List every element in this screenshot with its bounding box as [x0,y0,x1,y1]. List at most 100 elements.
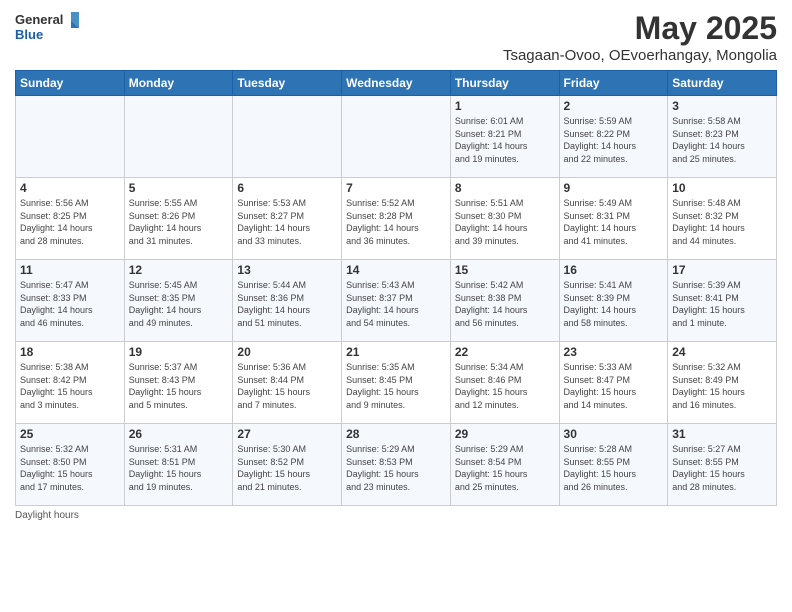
day-info: Sunrise: 5:59 AM Sunset: 8:22 PM Dayligh… [564,115,664,165]
day-info: Sunrise: 5:56 AM Sunset: 8:25 PM Dayligh… [20,197,120,247]
day-info: Sunrise: 5:29 AM Sunset: 8:54 PM Dayligh… [455,443,555,493]
day-cell: 29 Sunrise: 5:29 AM Sunset: 8:54 PM Dayli… [450,424,559,506]
col-wednesday: Wednesday [342,71,451,96]
day-info: Sunrise: 6:01 AM Sunset: 8:21 PM Dayligh… [455,115,555,165]
day-number: 22 [455,345,555,359]
day-number: 5 [129,181,229,195]
day-number: 3 [672,99,772,113]
day-number: 15 [455,263,555,277]
day-number: 23 [564,345,664,359]
day-number: 28 [346,427,446,441]
day-info: Sunrise: 5:44 AM Sunset: 8:36 PM Dayligh… [237,279,337,329]
day-cell: 3 Sunrise: 5:58 AM Sunset: 8:23 PM Daylig… [668,96,777,178]
day-number: 17 [672,263,772,277]
week-row-1: 1 Sunrise: 6:01 AM Sunset: 8:21 PM Daylig… [16,96,777,178]
week-row-3: 11Sunrise: 5:47 AM Sunset: 8:33 PM Dayli… [16,260,777,342]
day-number: 19 [129,345,229,359]
main-title: May 2025 [503,10,777,47]
day-cell: 17 Sunrise: 5:39 AM Sunset: 8:41 PM Dayli… [668,260,777,342]
logo-svg: General Blue [15,10,85,46]
week-row-5: 25 Sunrise: 5:32 AM Sunset: 8:50 PM Dayli… [16,424,777,506]
day-cell [233,96,342,178]
week-row-4: 18Sunrise: 5:38 AM Sunset: 8:42 PM Dayli… [16,342,777,424]
day-info: Sunrise: 5:32 AM Sunset: 8:50 PM Dayligh… [20,443,120,493]
day-info: Sunrise: 5:36 AM Sunset: 8:44 PM Dayligh… [237,361,337,411]
day-number: 11 [20,263,120,277]
day-cell: 14 Sunrise: 5:43 AM Sunset: 8:37 PM Dayli… [342,260,451,342]
calendar-table: Sunday Monday Tuesday Wednesday Thursday… [15,70,777,506]
footer: Daylight hours [15,510,777,521]
day-cell: 21 Sunrise: 5:35 AM Sunset: 8:45 PM Dayli… [342,342,451,424]
day-number: 21 [346,345,446,359]
day-cell: 12 Sunrise: 5:45 AM Sunset: 8:35 PM Dayli… [124,260,233,342]
day-info: Sunrise: 5:41 AM Sunset: 8:39 PM Dayligh… [564,279,664,329]
day-cell: 16Sunrise: 5:41 AM Sunset: 8:39 PM Dayli… [559,260,668,342]
day-number: 30 [564,427,664,441]
day-info: Sunrise: 5:43 AM Sunset: 8:37 PM Dayligh… [346,279,446,329]
col-saturday: Saturday [668,71,777,96]
day-number: 20 [237,345,337,359]
day-cell: 9 Sunrise: 5:49 AM Sunset: 8:31 PM Daylig… [559,178,668,260]
day-cell: 15Sunrise: 5:42 AM Sunset: 8:38 PM Dayli… [450,260,559,342]
day-cell [124,96,233,178]
day-cell: 20 Sunrise: 5:36 AM Sunset: 8:44 PM Dayli… [233,342,342,424]
day-number: 26 [129,427,229,441]
day-number: 7 [346,181,446,195]
day-info: Sunrise: 5:49 AM Sunset: 8:31 PM Dayligh… [564,197,664,247]
day-cell: 7 Sunrise: 5:52 AM Sunset: 8:28 PM Daylig… [342,178,451,260]
day-cell: 30 Sunrise: 5:28 AM Sunset: 8:55 PM Dayli… [559,424,668,506]
day-info: Sunrise: 5:33 AM Sunset: 8:47 PM Dayligh… [564,361,664,411]
day-cell [342,96,451,178]
page: General Blue May 2025 Tsagaan-Ovoo, OEvo… [0,0,792,612]
day-cell: 5 Sunrise: 5:55 AM Sunset: 8:26 PM Daylig… [124,178,233,260]
day-info: Sunrise: 5:37 AM Sunset: 8:43 PM Dayligh… [129,361,229,411]
col-sunday: Sunday [16,71,125,96]
day-info: Sunrise: 5:51 AM Sunset: 8:30 PM Dayligh… [455,197,555,247]
day-info: Sunrise: 5:31 AM Sunset: 8:51 PM Dayligh… [129,443,229,493]
day-info: Sunrise: 5:45 AM Sunset: 8:35 PM Dayligh… [129,279,229,329]
day-cell: 31Sunrise: 5:27 AM Sunset: 8:55 PM Dayli… [668,424,777,506]
header-row: Sunday Monday Tuesday Wednesday Thursday… [16,71,777,96]
day-cell [16,96,125,178]
day-cell: 10Sunrise: 5:48 AM Sunset: 8:32 PM Dayli… [668,178,777,260]
day-info: Sunrise: 5:27 AM Sunset: 8:55 PM Dayligh… [672,443,772,493]
day-info: Sunrise: 5:28 AM Sunset: 8:55 PM Dayligh… [564,443,664,493]
day-info: Sunrise: 5:32 AM Sunset: 8:49 PM Dayligh… [672,361,772,411]
logo: General Blue [15,10,85,46]
day-cell: 8 Sunrise: 5:51 AM Sunset: 8:30 PM Daylig… [450,178,559,260]
day-cell: 28Sunrise: 5:29 AM Sunset: 8:53 PM Dayli… [342,424,451,506]
day-number: 27 [237,427,337,441]
day-number: 8 [455,181,555,195]
day-number: 29 [455,427,555,441]
day-cell: 1 Sunrise: 6:01 AM Sunset: 8:21 PM Daylig… [450,96,559,178]
day-cell: 11Sunrise: 5:47 AM Sunset: 8:33 PM Dayli… [16,260,125,342]
svg-text:Blue: Blue [15,27,43,42]
svg-text:General: General [15,12,63,27]
day-info: Sunrise: 5:34 AM Sunset: 8:46 PM Dayligh… [455,361,555,411]
day-number: 25 [20,427,120,441]
day-info: Sunrise: 5:39 AM Sunset: 8:41 PM Dayligh… [672,279,772,329]
day-info: Sunrise: 5:55 AM Sunset: 8:26 PM Dayligh… [129,197,229,247]
day-info: Sunrise: 5:35 AM Sunset: 8:45 PM Dayligh… [346,361,446,411]
day-cell: 23 Sunrise: 5:33 AM Sunset: 8:47 PM Dayli… [559,342,668,424]
day-info: Sunrise: 5:52 AM Sunset: 8:28 PM Dayligh… [346,197,446,247]
col-tuesday: Tuesday [233,71,342,96]
col-thursday: Thursday [450,71,559,96]
day-info: Sunrise: 5:58 AM Sunset: 8:23 PM Dayligh… [672,115,772,165]
day-cell: 6Sunrise: 5:53 AM Sunset: 8:27 PM Daylig… [233,178,342,260]
day-cell: 27 Sunrise: 5:30 AM Sunset: 8:52 PM Dayli… [233,424,342,506]
day-number: 1 [455,99,555,113]
day-cell: 2 Sunrise: 5:59 AM Sunset: 8:22 PM Daylig… [559,96,668,178]
day-number: 12 [129,263,229,277]
day-cell: 25 Sunrise: 5:32 AM Sunset: 8:50 PM Dayli… [16,424,125,506]
day-info: Sunrise: 5:38 AM Sunset: 8:42 PM Dayligh… [20,361,120,411]
day-cell: 22 Sunrise: 5:34 AM Sunset: 8:46 PM Dayli… [450,342,559,424]
day-number: 14 [346,263,446,277]
day-cell: 4Sunrise: 5:56 AM Sunset: 8:25 PM Daylig… [16,178,125,260]
day-cell: 13Sunrise: 5:44 AM Sunset: 8:36 PM Dayli… [233,260,342,342]
day-number: 9 [564,181,664,195]
day-info: Sunrise: 5:30 AM Sunset: 8:52 PM Dayligh… [237,443,337,493]
day-cell: 18Sunrise: 5:38 AM Sunset: 8:42 PM Dayli… [16,342,125,424]
day-info: Sunrise: 5:48 AM Sunset: 8:32 PM Dayligh… [672,197,772,247]
day-number: 2 [564,99,664,113]
